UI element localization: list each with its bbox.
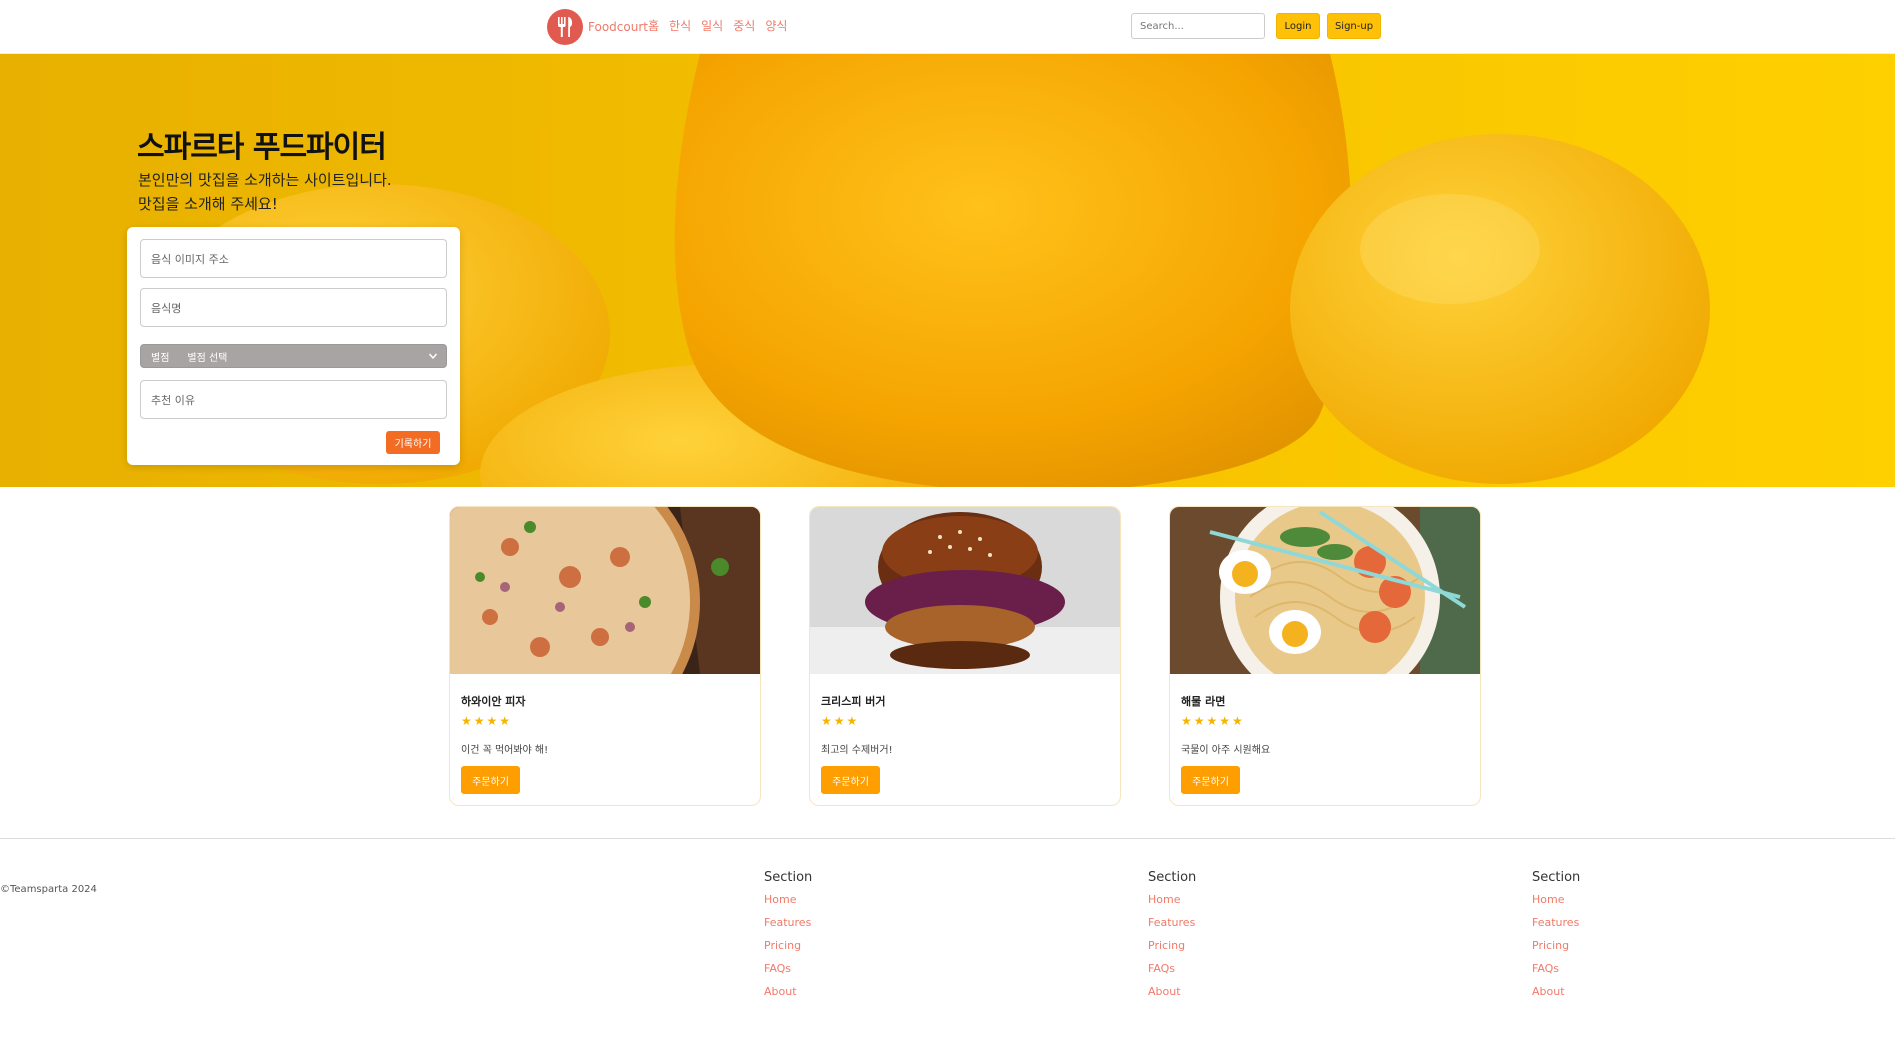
card-description: 최고의 수제버거! — [821, 745, 893, 756]
rating-stars: ★★★★★ — [1181, 714, 1245, 728]
food-image-url-input[interactable]: 음식 이미지 주소 — [140, 239, 447, 278]
footer-link-features[interactable]: Features — [1148, 916, 1196, 930]
footer-link-home[interactable]: Home — [1148, 893, 1196, 907]
footer-link-pricing[interactable]: Pricing — [764, 939, 812, 953]
footer-section: Section Home Features Pricing FAQs About — [1148, 870, 1196, 1008]
brand-name: Foodcourt — [588, 20, 648, 34]
card-title: 하와이안 피자 — [461, 695, 526, 708]
footer-section-heading: Section — [1148, 870, 1197, 885]
rating-stars: ★★★★ — [461, 714, 513, 728]
order-button[interactable]: 주문하기 — [461, 766, 520, 794]
card-description: 국물이 아주 시원해요 — [1181, 745, 1271, 756]
login-button[interactable]: Login — [1276, 13, 1320, 39]
footer-link-faqs[interactable]: FAQs — [1532, 962, 1580, 976]
food-name-input[interactable]: 음식명 — [140, 288, 447, 327]
footer-link-pricing[interactable]: Pricing — [1148, 939, 1196, 953]
footer-link-features[interactable]: Features — [764, 916, 812, 930]
copyright: ©Teamsparta 2024 — [0, 884, 97, 895]
food-card: 하와이안 피자 ★★★★ 이건 꼭 먹어봐야 해! 주문하기 — [449, 506, 761, 806]
card-title: 해물 라면 — [1181, 695, 1226, 708]
food-card: 해물 라면 ★★★★★ 국물이 아주 시원해요 주문하기 — [1169, 506, 1481, 806]
footer-link-pricing[interactable]: Pricing — [1532, 939, 1580, 953]
hero-banner: 스파르타 푸드파이터 본인만의 맛집을 소개하는 사이트입니다. 맛집을 소개해… — [0, 54, 1895, 487]
signup-button[interactable]: Sign-up — [1327, 13, 1381, 39]
footer-section: Section Home Features Pricing FAQs About — [1532, 870, 1580, 1008]
order-button[interactable]: 주문하기 — [1181, 766, 1240, 794]
hero-subtitle: 본인만의 맛집을 소개하는 사이트입니다. 맛집을 소개해 주세요! — [138, 168, 392, 216]
hero-subtitle-line-1: 본인만의 맛집을 소개하는 사이트입니다. — [138, 171, 392, 189]
footer-link-faqs[interactable]: FAQs — [1148, 962, 1196, 976]
rating-select-value: 별점 선택 — [187, 352, 228, 364]
footer-link-about[interactable]: About — [1532, 985, 1580, 999]
footer-link-home[interactable]: Home — [764, 893, 812, 907]
navbar: Foodcourt 홈 한식 일식 중식 양식 Login Sign-up — [0, 0, 1895, 54]
card-title: 크리스피 버거 — [821, 695, 886, 708]
footer-section-heading: Section — [764, 870, 813, 885]
burger-image — [810, 507, 1120, 674]
nav-link-home[interactable]: 홈 — [648, 17, 659, 34]
nav-link-korean[interactable]: 한식 — [669, 17, 691, 34]
record-button[interactable]: 기록하기 — [386, 431, 440, 454]
recommendation-reason-textarea[interactable]: 추천 이유 — [140, 380, 447, 419]
search-input[interactable] — [1131, 13, 1265, 39]
footer-link-features[interactable]: Features — [1532, 916, 1580, 930]
nav-link-japanese[interactable]: 일식 — [701, 17, 723, 34]
footer-section-heading: Section — [1532, 870, 1581, 885]
card-description: 이건 꼭 먹어봐야 해! — [461, 745, 549, 756]
ramen-image — [1170, 507, 1480, 674]
recommendation-form: 음식 이미지 주소 음식명 별점 별점 선택 추천 이유 기록하기 — [127, 227, 460, 465]
chevron-down-icon — [428, 353, 438, 360]
footer-link-about[interactable]: About — [764, 985, 812, 999]
footer-divider — [0, 838, 1895, 839]
footer-link-home[interactable]: Home — [1532, 893, 1580, 907]
footer-link-about[interactable]: About — [1148, 985, 1196, 999]
footer-link-faqs[interactable]: FAQs — [764, 962, 812, 976]
brand[interactable]: Foodcourt — [547, 9, 648, 45]
nav-link-western[interactable]: 양식 — [765, 17, 787, 34]
hero-title: 스파르타 푸드파이터 — [137, 130, 387, 165]
food-card: 크리스피 버거 ★★★ 최고의 수제버거! 주문하기 — [809, 506, 1121, 806]
hero-subtitle-line-2: 맛집을 소개해 주세요! — [138, 195, 278, 213]
order-button[interactable]: 주문하기 — [821, 766, 880, 794]
rating-select[interactable]: 별점 별점 선택 — [140, 344, 447, 368]
rating-select-label: 별점 — [151, 352, 170, 364]
nav-links: 홈 한식 일식 중식 양식 — [648, 17, 787, 34]
rating-stars: ★★★ — [821, 714, 860, 728]
footer-section: Section Home Features Pricing FAQs About — [764, 870, 812, 1008]
nav-link-chinese[interactable]: 중식 — [733, 17, 755, 34]
fork-knife-logo-icon — [547, 9, 583, 45]
pizza-image — [450, 507, 760, 674]
